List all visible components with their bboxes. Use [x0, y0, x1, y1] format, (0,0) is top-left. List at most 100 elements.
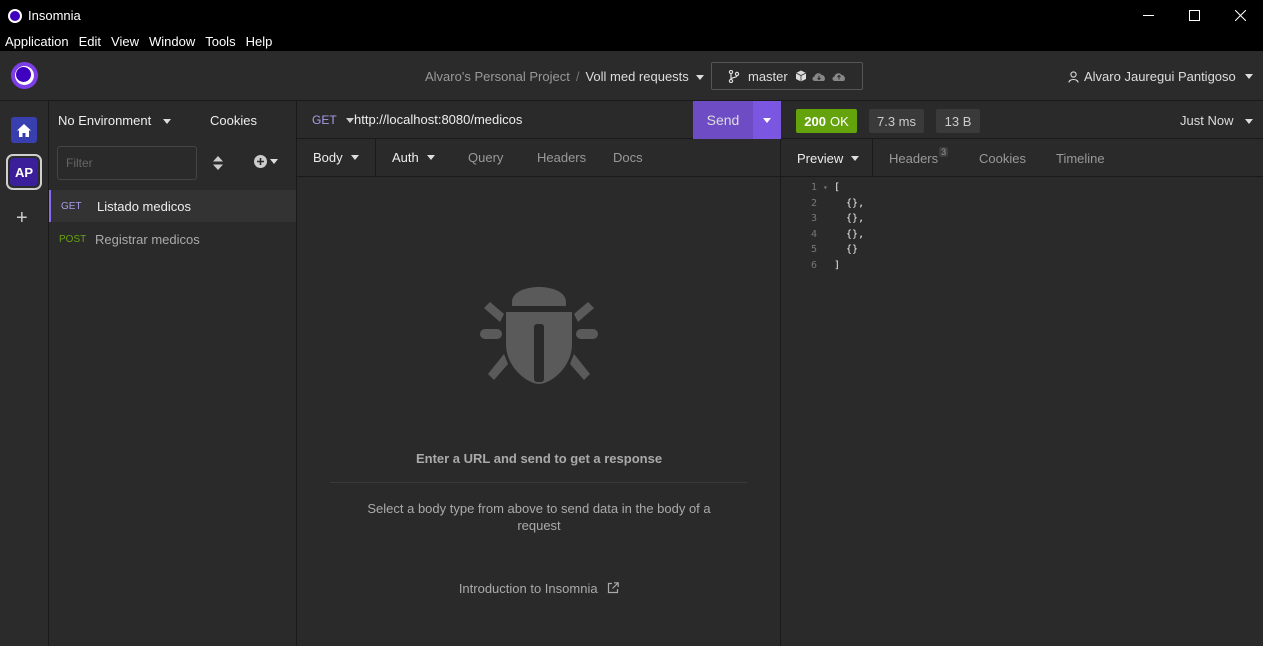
chevron-down-icon	[426, 155, 435, 160]
tab-auth[interactable]: Auth	[376, 139, 452, 176]
empty-state-title: Enter a URL and send to get a response	[415, 451, 663, 466]
code-line: 6]	[781, 258, 1263, 274]
line-number: 2	[810, 197, 817, 209]
line-number: 4	[810, 228, 817, 240]
branch-name: master	[748, 68, 788, 84]
menu-application[interactable]: Application	[0, 34, 74, 49]
send-button[interactable]: Send	[693, 101, 753, 139]
request-method-badge: GET	[61, 200, 82, 212]
chevron-down-icon	[350, 155, 359, 160]
send-options-button[interactable]	[753, 101, 781, 139]
line-number: 1	[810, 182, 817, 194]
environment-label: No Environment	[58, 113, 152, 128]
tab-label: Auth	[392, 150, 419, 165]
code-line: 3 {},	[781, 211, 1263, 227]
tab-label: Body	[313, 150, 343, 165]
maximize-button[interactable]	[1171, 0, 1217, 31]
plus-circle-icon	[254, 155, 267, 168]
status-code: 200	[804, 113, 826, 129]
filter-input[interactable]	[57, 146, 197, 180]
user-name: Alvaro Jauregui Pantigoso	[1084, 69, 1236, 84]
line-number: 5	[810, 244, 817, 256]
workspace-rail: AP +	[0, 101, 49, 646]
intro-link-label: Introduction to Insomnia	[458, 581, 598, 596]
request-item-listado-medicos[interactable]: GET Listado medicos	[49, 190, 296, 222]
intro-link[interactable]: Introduction to Insomnia	[297, 581, 781, 596]
chevron-down-icon	[763, 117, 771, 123]
status-badge: 200 OK	[796, 109, 857, 133]
maximize-icon	[1188, 10, 1200, 21]
response-time-badge: 7.3 ms	[869, 109, 924, 133]
chevron-down-icon	[696, 75, 705, 81]
organization-avatar[interactable]: AP	[6, 154, 42, 190]
window-title: Insomnia	[28, 8, 81, 23]
add-request-button[interactable]	[254, 155, 278, 168]
tab-response-headers[interactable]: Headers 3	[889, 139, 949, 177]
app-header: Alvaro's Personal Project / Voll med req…	[0, 51, 1263, 101]
collection-dropdown[interactable]: Voll med requests	[585, 69, 705, 84]
cube-icon	[795, 70, 806, 82]
request-method-badge: POST	[59, 233, 87, 245]
tab-query[interactable]: Query	[452, 139, 534, 176]
code-text: {},	[834, 228, 865, 240]
tab-docs[interactable]: Docs	[612, 139, 643, 176]
tab-label: Headers	[889, 150, 939, 166]
window-titlebar: Insomnia	[0, 0, 1263, 31]
tab-headers[interactable]: Headers	[534, 139, 612, 176]
minimize-icon	[1142, 15, 1154, 16]
close-button[interactable]	[1217, 0, 1263, 31]
menu-help[interactable]: Help	[241, 34, 278, 49]
tab-body[interactable]: Body	[297, 139, 376, 176]
cloud-download-icon	[812, 72, 825, 81]
headers-count-badge: 3	[939, 147, 949, 157]
menu-view[interactable]: View	[106, 34, 144, 49]
tab-timeline[interactable]: Timeline	[1056, 139, 1105, 177]
insomnia-logo-icon	[8, 8, 22, 23]
fold-arrow-icon[interactable]: ▾	[823, 183, 834, 192]
response-status-bar: 200 OK 7.3 ms 13 B Just Now	[781, 101, 1263, 139]
sort-icon[interactable]	[213, 156, 223, 170]
environment-dropdown[interactable]: No Environment	[58, 113, 171, 128]
request-pane: GET http://localhost:8080/medicos Send B…	[297, 101, 781, 646]
git-branch-icon	[728, 69, 740, 83]
empty-state-divider	[330, 482, 747, 483]
minimize-button[interactable]	[1125, 0, 1171, 31]
chevron-down-icon	[270, 159, 278, 164]
response-tabs: Preview Headers 3 Cookies Timeline	[781, 139, 1263, 177]
response-pane: 200 OK 7.3 ms 13 B Just Now Preview Head…	[781, 101, 1263, 646]
external-link-icon	[608, 582, 619, 594]
user-menu[interactable]: Alvaro Jauregui Pantigoso	[1068, 69, 1253, 84]
cookies-button[interactable]: Cookies	[210, 113, 257, 128]
tab-preview[interactable]: Preview	[781, 139, 873, 177]
chevron-down-icon	[345, 118, 354, 124]
branch-button[interactable]: master	[711, 62, 863, 90]
request-tabs: Body Auth Query Headers Docs	[297, 139, 780, 177]
line-number: 3	[810, 213, 817, 225]
tab-response-cookies[interactable]: Cookies	[979, 139, 1026, 177]
code-line: 4 {},	[781, 227, 1263, 243]
url-input[interactable]: http://localhost:8080/medicos	[354, 112, 522, 127]
response-body-viewer[interactable]: 1 ▾[ 2 {}, 3 {}, 4 {}, 5 {} 6]	[781, 180, 1263, 273]
code-line: 5 {}	[781, 242, 1263, 258]
menu-tools[interactable]: Tools	[200, 34, 240, 49]
code-line: 2 {},	[781, 196, 1263, 212]
breadcrumb-project[interactable]: Alvaro's Personal Project	[425, 69, 570, 84]
chevron-down-icon	[1245, 119, 1254, 125]
insomnia-home-logo-icon[interactable]	[11, 62, 38, 89]
menu-edit[interactable]: Edit	[74, 34, 106, 49]
empty-state-body: Select a body type from above to send da…	[367, 501, 711, 533]
history-dropdown[interactable]: Just Now	[1180, 113, 1254, 128]
method-dropdown[interactable]: GET	[312, 113, 354, 127]
code-line: 1 ▾[	[781, 180, 1263, 196]
request-item-registrar-medicos[interactable]: POST Registrar medicos	[49, 223, 296, 255]
tab-label: Preview	[797, 150, 844, 166]
code-text: {},	[834, 213, 865, 225]
method-label: GET	[312, 113, 337, 127]
request-name: Registrar medicos	[95, 231, 200, 247]
empty-state: Enter a URL and send to get a response S…	[297, 177, 781, 646]
cloud-upload-icon	[832, 72, 845, 81]
home-button[interactable]	[11, 117, 37, 143]
add-organization-button[interactable]: +	[16, 207, 28, 230]
close-icon	[1234, 10, 1246, 21]
menu-window[interactable]: Window	[144, 34, 200, 49]
